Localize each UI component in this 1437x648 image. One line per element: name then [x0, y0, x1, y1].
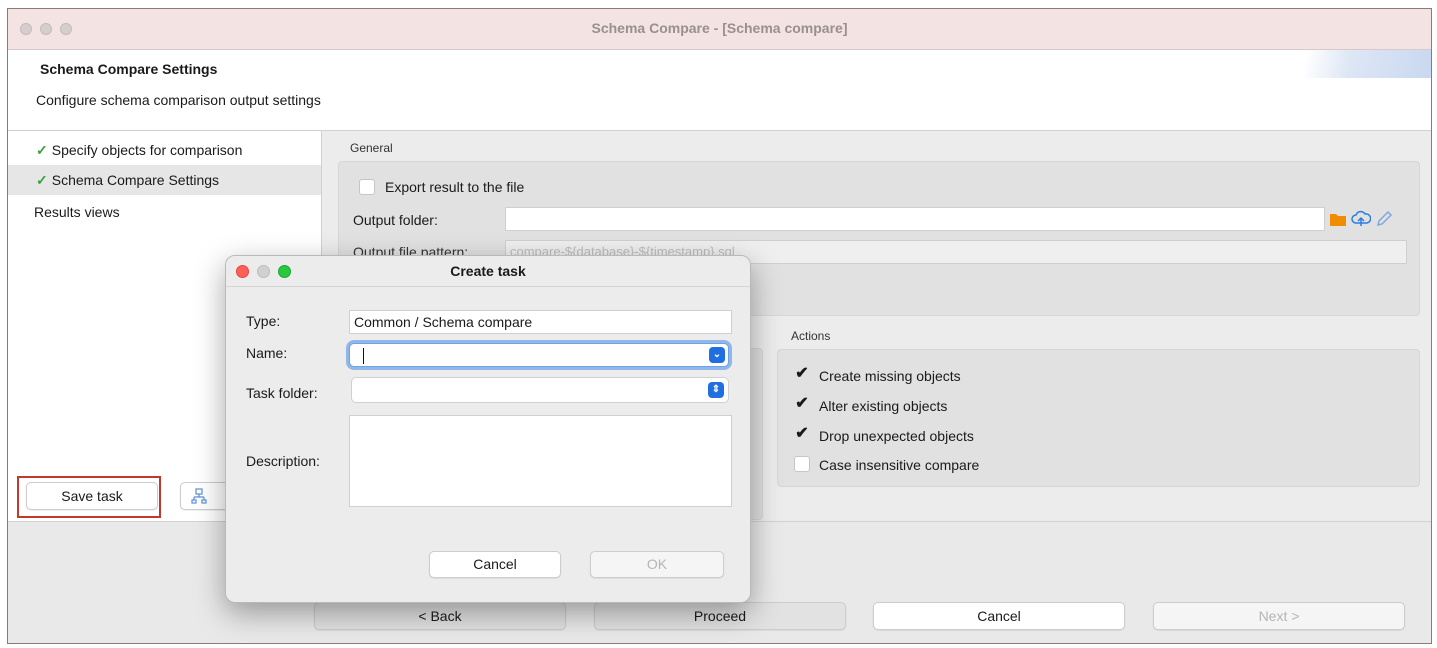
- next-button[interactable]: Next >: [1153, 602, 1405, 630]
- cloud-folder-icon[interactable]: [1351, 210, 1371, 228]
- create-task-dialog: Create task Type: Common / Schema compar…: [225, 255, 751, 603]
- dialog-divider: [226, 286, 750, 287]
- type-field: Common / Schema compare: [349, 310, 732, 334]
- task-folder-select[interactable]: ⇕: [351, 377, 729, 403]
- dialog-ok-button[interactable]: OK: [590, 551, 724, 578]
- case-insensitive-label: Case insensitive compare: [819, 457, 980, 473]
- drop-unexpected-checkbox[interactable]: ✔: [794, 426, 810, 443]
- up-down-stepper-icon[interactable]: ⇕: [708, 382, 724, 398]
- check-icon: ✓: [36, 172, 48, 188]
- name-combo[interactable]: ⌄: [349, 343, 729, 367]
- create-missing-checkbox[interactable]: ✔: [794, 366, 810, 383]
- drop-unexpected-label: Drop unexpected objects: [819, 428, 974, 444]
- cancel-button[interactable]: Cancel: [873, 602, 1125, 630]
- folder-icon[interactable]: [1329, 211, 1347, 227]
- window-titlebar[interactable]: Schema Compare - [Schema compare]: [8, 9, 1431, 50]
- check-icon: ✓: [36, 142, 48, 158]
- actions-section-label: Actions: [791, 329, 831, 343]
- export-result-checkbox[interactable]: [359, 179, 375, 195]
- alter-existing-checkbox[interactable]: ✔: [794, 396, 810, 413]
- description-textarea[interactable]: [349, 415, 732, 507]
- chevron-down-icon[interactable]: ⌄: [709, 347, 725, 363]
- header-decoration: [1251, 50, 1431, 78]
- nav-item-specify-objects[interactable]: ✓ Specify objects for comparison: [8, 135, 321, 165]
- save-task-highlight: [17, 476, 161, 518]
- nav-item-schema-compare-settings[interactable]: ✓ Schema Compare Settings: [8, 165, 321, 195]
- dialog-cancel-button[interactable]: Cancel: [429, 551, 561, 578]
- page-title: Schema Compare Settings: [40, 61, 218, 77]
- alter-existing-label: Alter existing objects: [819, 398, 948, 414]
- output-folder-label: Output folder:: [353, 212, 438, 228]
- nav-item-label: Results views: [34, 204, 120, 220]
- page-subtitle: Configure schema comparison output setti…: [36, 92, 321, 108]
- export-result-label: Export result to the file: [385, 179, 525, 195]
- type-label: Type:: [246, 313, 281, 329]
- general-section-label: General: [350, 141, 393, 155]
- nav-item-label: Specify objects for comparison: [51, 142, 243, 158]
- dialog-titlebar[interactable]: Create task: [226, 256, 750, 286]
- create-missing-label: Create missing objects: [819, 368, 961, 384]
- dialog-title: Create task: [450, 263, 526, 279]
- nav-item-label: Schema Compare Settings: [51, 172, 220, 188]
- actions-group: ✔ Create missing objects ✔ Alter existin…: [777, 349, 1420, 487]
- window-title: Schema Compare - [Schema compare]: [591, 20, 848, 36]
- hierarchy-icon: [191, 488, 207, 504]
- case-insensitive-checkbox[interactable]: [794, 456, 810, 472]
- task-options-button[interactable]: [180, 482, 230, 510]
- nav-item-results-views[interactable]: Results views: [8, 197, 321, 227]
- output-folder-input[interactable]: [505, 207, 1325, 231]
- proceed-button[interactable]: Proceed: [594, 602, 846, 630]
- text-cursor: [363, 348, 364, 364]
- description-label: Description:: [246, 453, 320, 469]
- task-folder-label: Task folder:: [246, 385, 318, 401]
- wizard-header: Schema Compare Settings Configure schema…: [8, 50, 1431, 131]
- back-button[interactable]: < Back: [314, 602, 566, 630]
- name-label: Name:: [246, 345, 288, 361]
- pencil-icon[interactable]: [1375, 210, 1393, 228]
